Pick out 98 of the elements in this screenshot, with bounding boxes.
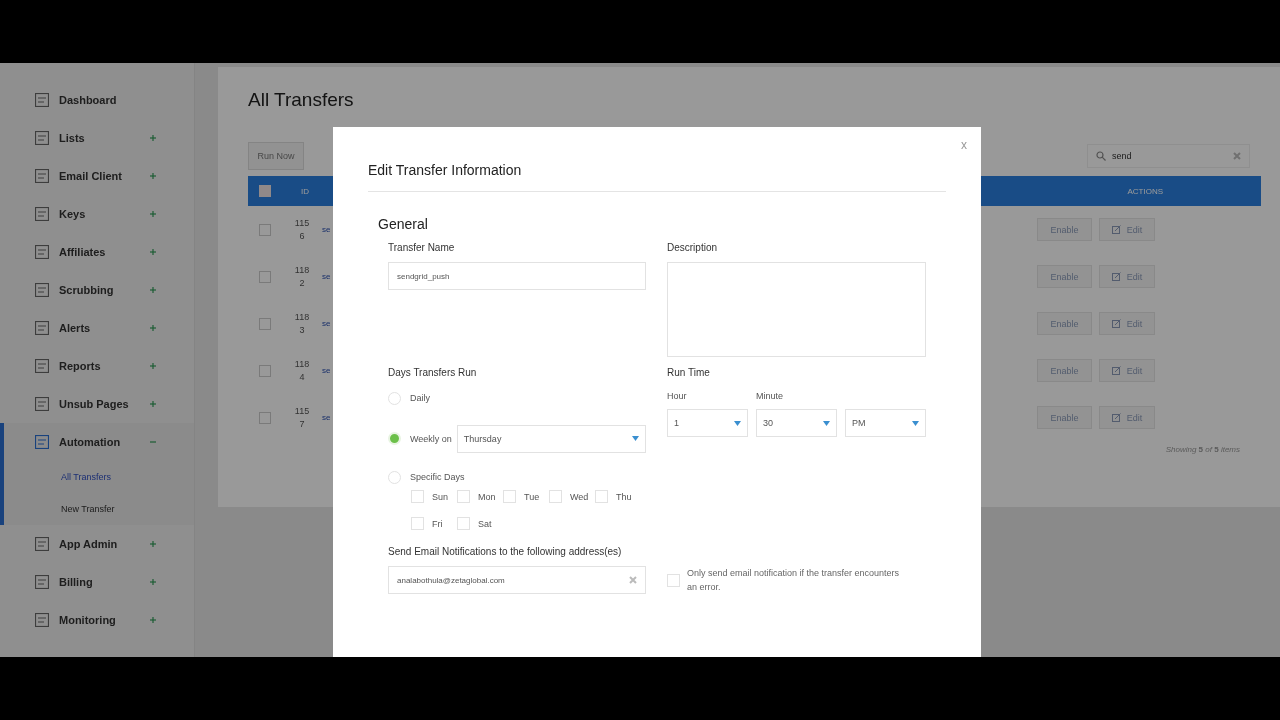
radio-button[interactable] xyxy=(388,432,401,445)
day-label: Thu xyxy=(616,491,632,502)
table-cell: 1184 xyxy=(293,357,311,384)
field-label: Days Transfers Run xyxy=(388,367,478,380)
day-checkbox[interactable] xyxy=(595,490,608,503)
row-checkbox[interactable] xyxy=(259,270,271,283)
sidebar-item[interactable]: Scrubbing xyxy=(0,271,194,309)
column-header: ACTIONS xyxy=(1127,186,1163,196)
option-label: Daily xyxy=(410,393,430,403)
sidebar-item[interactable]: Alerts xyxy=(0,309,194,347)
expand-icon[interactable] xyxy=(150,211,156,217)
day-label: Fri xyxy=(432,518,443,529)
clear-icon[interactable] xyxy=(1233,152,1241,160)
day-checkbox[interactable] xyxy=(503,490,516,503)
row-checkbox[interactable] xyxy=(259,317,271,330)
text-area[interactable] xyxy=(667,262,926,357)
search-field[interactable]: send xyxy=(1087,144,1250,168)
table-cell: 1183 xyxy=(293,310,311,337)
table-cell[interactable]: se xyxy=(322,366,331,375)
day-label: Sun xyxy=(432,491,448,502)
edit-icon xyxy=(1111,272,1121,281)
expand-icon[interactable] xyxy=(150,579,156,585)
table-cell[interactable]: se xyxy=(322,413,331,422)
day-label: Wed xyxy=(570,491,589,502)
run-now-button[interactable]: Run Now xyxy=(248,142,304,170)
field-label: Transfer Name xyxy=(388,242,456,255)
row-checkbox[interactable] xyxy=(259,411,271,424)
expand-icon[interactable] xyxy=(150,541,156,547)
day-checkbox[interactable] xyxy=(457,490,470,503)
expand-icon[interactable] xyxy=(150,173,156,179)
sidebar-item[interactable]: Keys xyxy=(0,195,194,233)
select-all-checkbox[interactable] xyxy=(259,185,271,197)
expand-icon[interactable] xyxy=(150,249,156,255)
checkbox-label: Only send email notification if the transfer encounters an error. xyxy=(687,567,901,594)
row-checkbox[interactable] xyxy=(259,364,271,377)
collapse-icon[interactable] xyxy=(150,439,156,445)
close-button[interactable]: x xyxy=(961,138,967,152)
edit-icon xyxy=(1111,413,1121,422)
edit-icon xyxy=(1111,319,1121,328)
table-cell: 1157 xyxy=(293,404,311,431)
expand-icon[interactable] xyxy=(150,363,156,369)
option-label: Weekly on xyxy=(410,433,452,444)
day-checkbox[interactable] xyxy=(411,490,424,503)
sidebar-item[interactable]: Automation xyxy=(0,423,194,461)
dropdown[interactable]: 1 xyxy=(667,409,748,437)
expand-icon[interactable] xyxy=(150,287,156,293)
day-checkbox[interactable] xyxy=(549,490,562,503)
sidebar-item[interactable]: Unsub Pages xyxy=(0,385,194,423)
clear-icon[interactable] xyxy=(629,576,637,584)
sidebar-item[interactable]: Billing xyxy=(0,563,194,601)
field-label: Hour xyxy=(667,391,688,403)
caret-icon xyxy=(734,420,741,426)
sidebar-item[interactable]: Reports xyxy=(0,347,194,385)
dropdown[interactable]: Thursday xyxy=(456,424,646,453)
field-label: Minute xyxy=(756,391,784,403)
table-cell: 1182 xyxy=(293,263,311,290)
expand-icon[interactable] xyxy=(150,401,156,407)
expand-icon[interactable] xyxy=(150,135,156,141)
day-label: Tue xyxy=(524,491,540,502)
expand-icon[interactable] xyxy=(150,325,156,331)
expand-icon[interactable] xyxy=(150,617,156,623)
modal-title: Edit Transfer Information xyxy=(368,127,946,192)
day-checkbox[interactable] xyxy=(457,517,470,530)
sidebar-item[interactable]: App Admin xyxy=(0,525,194,563)
day-label: Mon xyxy=(478,491,496,502)
checkbox[interactable] xyxy=(667,573,680,587)
edit-icon xyxy=(1111,366,1121,375)
edit-icon xyxy=(1111,225,1121,234)
sidebar-item[interactable]: Email Client xyxy=(0,157,194,195)
option-label: Specific Days xyxy=(410,472,465,482)
caret-icon xyxy=(632,436,639,441)
table-cell[interactable]: se xyxy=(322,319,331,328)
sidebar-item[interactable]: Dashboard xyxy=(0,81,194,119)
list-icon xyxy=(35,131,49,145)
sidebar-item[interactable]: Lists xyxy=(0,119,194,157)
field-label: Description xyxy=(667,242,719,255)
section-heading: General xyxy=(377,215,429,234)
sidebar-item[interactable]: Monitoring xyxy=(0,601,194,639)
input-field[interactable]: sendgrid_push xyxy=(388,262,646,290)
table-cell: 1156 xyxy=(293,216,311,243)
caret-icon xyxy=(912,420,919,426)
table-cell[interactable]: se xyxy=(322,272,331,281)
day-checkbox[interactable] xyxy=(411,517,424,530)
page-title: All Transfers xyxy=(248,88,355,112)
sidebar-subitem[interactable]: All Transfers xyxy=(0,461,194,493)
email-field[interactable]: analabothula@zetaglobal.com xyxy=(388,566,646,594)
sidebar-item[interactable]: Affiliates xyxy=(0,233,194,271)
column-header[interactable]: ID xyxy=(301,186,309,196)
sidebar-subitem[interactable]: New Transfer xyxy=(0,493,194,525)
dropdown[interactable]: PM xyxy=(845,409,926,437)
day-label: Sat xyxy=(478,518,492,529)
field-label: Run Time xyxy=(667,367,711,380)
row-checkbox[interactable] xyxy=(259,223,271,236)
table-cell[interactable]: se xyxy=(322,225,331,234)
search-icon xyxy=(1096,151,1106,161)
caret-icon xyxy=(823,420,830,426)
dropdown[interactable]: 30 xyxy=(756,409,837,437)
field-label: Send Email Notifications to the following address(es) xyxy=(388,546,623,559)
